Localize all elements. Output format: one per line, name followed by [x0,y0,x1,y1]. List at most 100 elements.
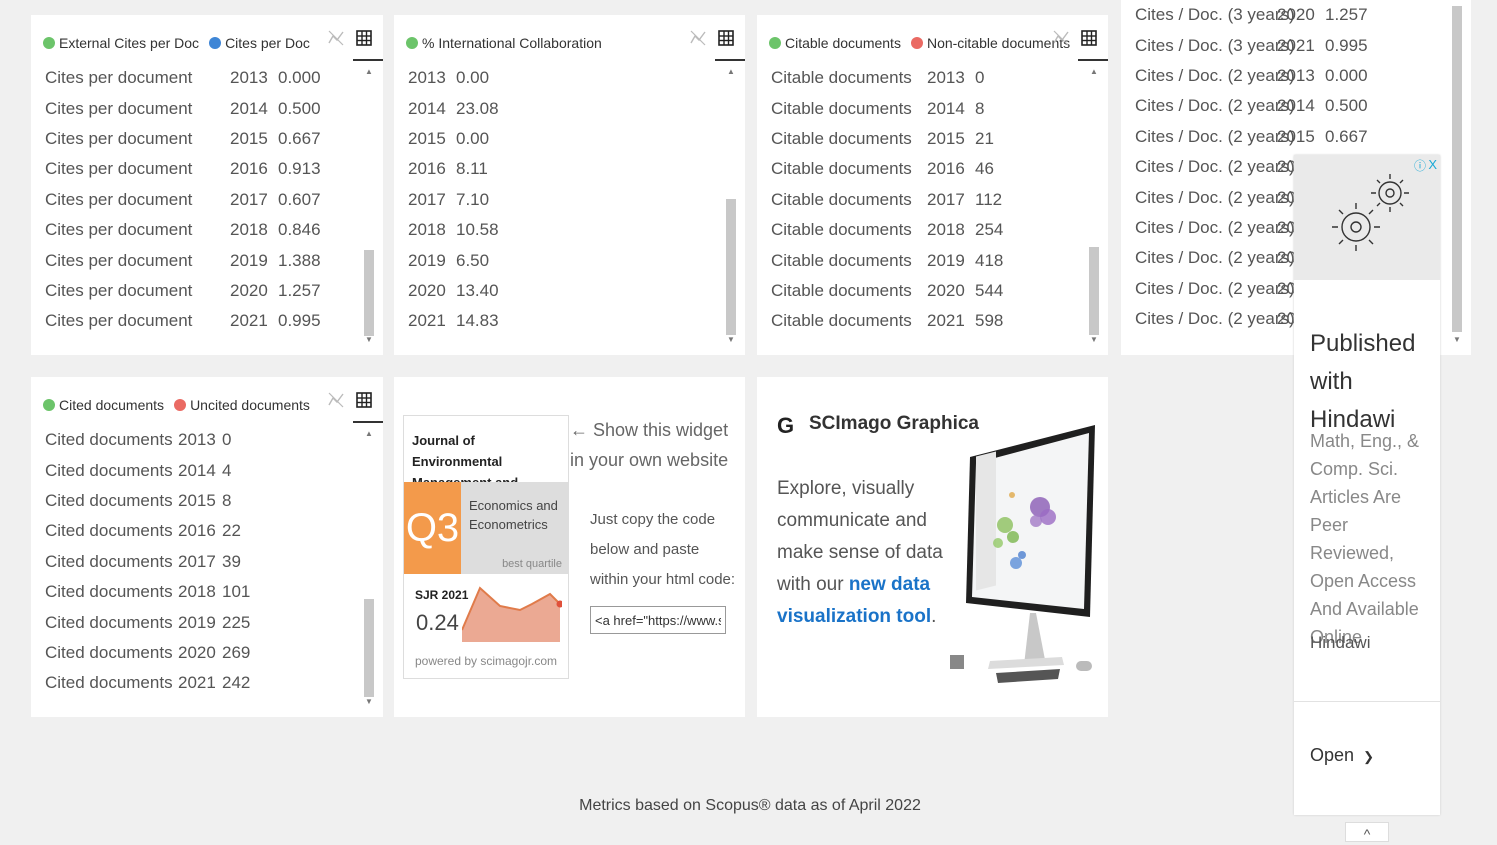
row-label: Cites / Doc. (2 years) [1135,248,1295,268]
row-label: Cites / Doc. (2 years) [1135,278,1295,298]
legend-item[interactable]: Citable documents [769,35,901,51]
scroll-down-arrow[interactable]: ▼ [363,335,375,345]
table-row: Cites / Doc. (2 years) 2013 0.000 [1121,61,1447,91]
graphica-panel[interactable]: G SCImago Graphica Explore, visually com… [757,377,1108,717]
ad-banner[interactable]: ⓘ X Published with Hindawi Math, Eng., &… [1294,155,1440,815]
ad-open-button[interactable]: Open ❯ [1310,745,1374,766]
row-label: Citable documents [771,220,912,240]
legend-item[interactable]: Cites per Doc [209,35,310,51]
row-label: Cited documents [45,521,173,541]
chart-view-icon[interactable] [689,29,707,47]
row-year: 2016 [408,159,446,179]
row-value: 0.995 [1325,35,1368,55]
row-year: 2017 [230,189,268,209]
legend-label: % International Collaboration [422,35,602,51]
table-view-icon[interactable] [1080,29,1098,47]
scroll-thumb[interactable] [726,199,736,335]
row-year: 2020 [230,280,268,300]
scroll-thumb[interactable] [364,599,374,697]
scroll-down-arrow[interactable]: ▼ [1088,335,1100,345]
scrollbar[interactable]: ▲ ▼ [1088,63,1100,345]
row-year: 2013 [408,68,446,88]
scroll-down-arrow[interactable]: ▼ [725,335,737,345]
scroll-thumb[interactable] [1452,6,1462,332]
ad-close-icon[interactable]: X [1428,157,1437,172]
row-label: Citable documents [771,280,912,300]
scroll-to-top-button[interactable]: ^ [1345,822,1389,842]
table-view-icon[interactable] [355,391,373,409]
row-value: 7.10 [456,189,490,209]
legend-item[interactable]: Non-citable documents [910,35,1071,51]
widget-show-title: ← Show this widget in your own website [570,420,729,470]
row-value: 0.667 [278,128,321,148]
row-year: 2020 [408,280,446,300]
row-label: Cited documents [45,642,173,662]
row-label: Citable documents [771,128,912,148]
sjr-widget-card[interactable]: Journal of Environmental Management and … [403,415,569,679]
row-year: 2021 [1277,35,1315,55]
scrollbar[interactable]: ▲ ▼ [725,63,737,345]
row-year: 2021 [408,311,446,331]
legend-item[interactable]: % International Collaboration [406,35,602,51]
legend-item[interactable]: Cited documents [43,397,164,413]
ad-info-icon[interactable]: ⓘ [1414,157,1426,174]
row-value: 0.913 [278,159,321,179]
legend-item[interactable]: Uncited documents [174,397,310,413]
table-row: Cites / Doc. (3 years) 2021 0.995 [1121,30,1447,60]
legend-dot [43,399,55,411]
table-row: 2020 13.40 [394,276,721,306]
row-year: 2015 [927,128,965,148]
table-row: Citable documents 2020 544 [757,276,1084,306]
table-view-icon[interactable] [355,29,373,47]
row-year: 2021 [178,673,216,693]
citable-docs-panel: Citable documents Non-citable documents … [757,15,1108,355]
scroll-up-arrow[interactable]: ▲ [1088,67,1100,77]
row-year: 2019 [230,250,268,270]
row-value: 1.257 [1325,5,1368,25]
best-quartile-label: best quartile [502,558,562,570]
table-view-icon[interactable] [717,29,735,47]
chart-view-icon[interactable] [327,29,345,47]
row-year: 2014 [230,98,268,118]
legend-dot [209,37,222,49]
data-table: Citable documents 2013 0 Citable documents 2… [757,63,1084,337]
scroll-thumb[interactable] [1089,247,1099,335]
row-label: Cited documents [45,582,173,602]
chart-view-icon[interactable] [327,391,345,409]
scroll-down-arrow[interactable]: ▼ [363,697,375,707]
data-table: Cited documents 2013 0 Cited documents 2014 4… [31,425,359,699]
scrollbar[interactable]: ▲ ▼ [363,425,375,707]
embed-code-input[interactable] [590,606,726,634]
chevron-right-icon: ❯ [1363,749,1374,764]
chart-view-icon[interactable] [1052,29,1070,47]
table-row: Cited documents 2020 269 [31,638,359,668]
table-row: Cites per document 2016 0.913 [31,154,359,184]
legend-label: Cites per Doc [225,35,310,51]
ad-headline: Published with Hindawi [1310,325,1440,439]
scrollbar[interactable]: ▲ ▼ [363,63,375,345]
scroll-up-arrow[interactable]: ▲ [363,429,375,439]
row-label: Cites per document [45,250,193,270]
legend-label: Non-citable documents [926,35,1071,51]
scroll-up-arrow[interactable]: ▲ [725,67,737,77]
row-value: 598 [975,311,1004,331]
powered-by-label: powered by scimagojr.com [414,654,558,668]
row-label: Cites / Doc. (3 years) [1135,35,1295,55]
row-label: Cited documents [45,612,173,632]
row-value: 8.11 [456,159,488,179]
scrollbar[interactable]: ▼ [1451,0,1463,345]
graphica-period: . [931,606,937,627]
legend-dot [910,37,923,49]
legend-item[interactable]: External Cites per Doc [43,35,199,51]
row-label: Cites per document [45,280,193,300]
row-value: 0.500 [1325,96,1368,116]
scroll-thumb[interactable] [364,250,374,336]
scroll-up-arrow[interactable]: ▲ [363,67,375,77]
scroll-down-arrow[interactable]: ▼ [1451,335,1463,345]
row-value: 22 [222,521,241,541]
row-year: 2013 [178,430,216,450]
row-year: 2016 [178,521,216,541]
table-row: Cited documents 2019 225 [31,607,359,637]
data-table: Cites per document 2013 0.000 Cites per doc… [31,63,359,337]
row-year: 2017 [178,551,216,571]
